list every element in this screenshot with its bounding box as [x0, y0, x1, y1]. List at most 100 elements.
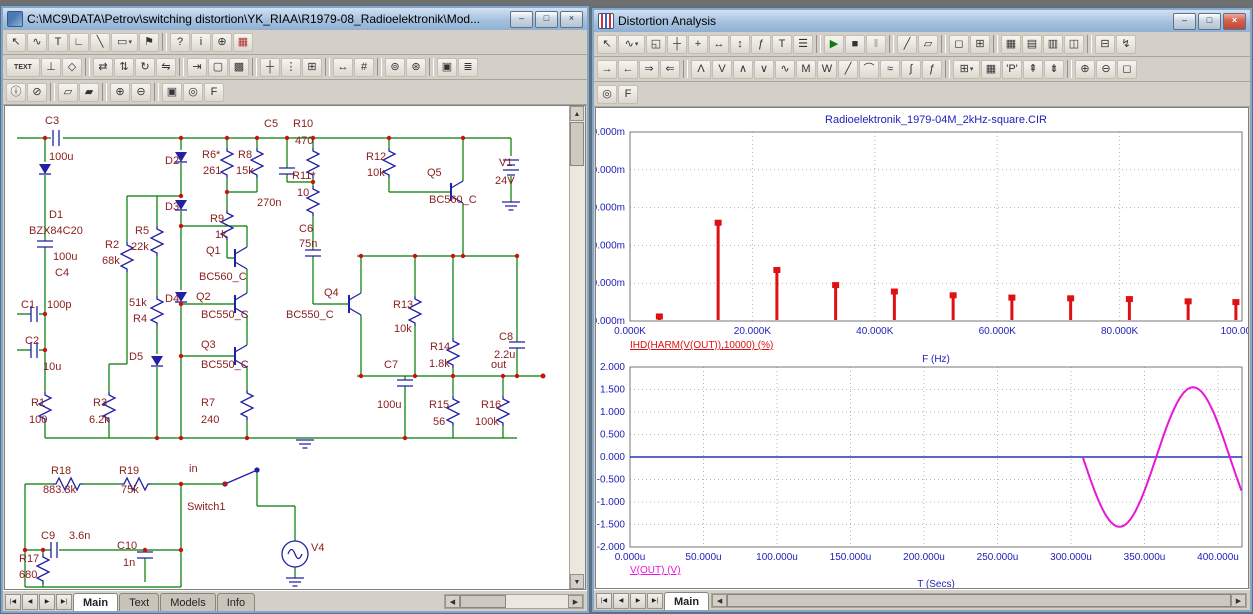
region-button[interactable]: ▩	[229, 58, 249, 77]
tab-nav-button[interactable]: ▶|	[647, 593, 663, 609]
integral-button[interactable]: ∫	[901, 60, 921, 79]
schematic-label[interactable]: 1.8k	[429, 359, 450, 371]
schematic-label[interactable]: BC550_C	[286, 310, 334, 322]
schematic-label[interactable]: 100	[29, 415, 47, 427]
schematic-label[interactable]: Q3	[201, 340, 216, 352]
peak-button[interactable]: Λ	[691, 60, 711, 79]
schematic-label[interactable]: C6	[299, 224, 313, 236]
slope-button[interactable]: ╱	[838, 60, 858, 79]
tag-fall-button[interactable]: ⇟	[1044, 60, 1064, 79]
zoom-in-button[interactable]: ⊕	[1075, 60, 1095, 79]
tab-nav-button[interactable]: |◀	[5, 594, 21, 610]
maximize-button[interactable]: □	[1198, 13, 1221, 30]
toolbar-button[interactable]	[889, 35, 894, 53]
mirror-button[interactable]: ⇋	[156, 58, 176, 77]
schematic-label[interactable]: in	[189, 464, 198, 476]
schematic-label[interactable]: R7	[201, 398, 215, 410]
toolbar-button[interactable]	[162, 33, 167, 51]
grid-dots-button[interactable]: ⋮	[281, 58, 301, 77]
schematic-canvas[interactable]: C3100uD1BZX84C20100uC4C1100pC210uR268kR5…	[4, 105, 586, 590]
schematic-label[interactable]: Switch1	[187, 502, 226, 514]
horizontal-tag-button[interactable]: ↔	[709, 35, 729, 54]
schematic-label[interactable]: 100p	[47, 300, 71, 312]
schematic-label[interactable]: R9	[210, 214, 224, 226]
schematic-label[interactable]: 1n	[123, 558, 135, 570]
box-button[interactable]: ▢	[208, 58, 228, 77]
ground-button[interactable]: ⊥	[41, 58, 61, 77]
grid-button[interactable]: ┼	[260, 58, 280, 77]
pattern-button[interactable]: #	[354, 58, 374, 77]
schematic-label[interactable]: 24V	[495, 176, 515, 188]
schematic-label[interactable]: C4	[55, 268, 69, 280]
cancel-mode-button[interactable]: ⊘	[27, 83, 47, 102]
schematic-label[interactable]: R16	[481, 400, 501, 412]
sweep-button[interactable]: ↯	[1116, 35, 1136, 54]
schematic-label[interactable]: Q5	[427, 168, 442, 180]
schematic-label[interactable]: 10k	[394, 324, 412, 336]
text-mode-button[interactable]: T	[772, 35, 792, 54]
pause-button[interactable]: ‖	[866, 35, 886, 54]
function-button[interactable]: ƒ	[922, 60, 942, 79]
schematic-label[interactable]: D3	[165, 202, 179, 214]
schematic-titlebar[interactable]: C:\MC9\DATA\Petrov\switching distortion\…	[3, 8, 587, 30]
rotate-button[interactable]: ↻	[135, 58, 155, 77]
schematic-label[interactable]: R15	[429, 400, 449, 412]
tokens-button[interactable]: ▤	[1022, 35, 1042, 54]
schematic-label[interactable]: Q2	[196, 292, 211, 304]
tab-nav-button[interactable]: ◀	[22, 594, 38, 610]
schematic-label[interactable]: 56	[433, 417, 445, 429]
schematic-label[interactable]: 10u	[43, 362, 61, 374]
prev-branch-button[interactable]: ⇐	[660, 60, 680, 79]
toolbar-button[interactable]	[1087, 35, 1092, 53]
low-button[interactable]: ∨	[754, 60, 774, 79]
toolbar-button[interactable]	[377, 58, 382, 76]
data-points-button[interactable]: ▦	[1001, 35, 1021, 54]
schematic-label[interactable]: R4	[133, 314, 147, 326]
scroll-left-arrow[interactable]: ◀	[712, 594, 727, 607]
tab-text[interactable]: Text	[119, 593, 159, 611]
find-button[interactable]: ⊚	[385, 58, 405, 77]
schematic-label[interactable]: R18	[51, 466, 71, 478]
scroll-thumb[interactable]	[460, 595, 506, 608]
schematic-label[interactable]: C10	[117, 541, 137, 553]
schematic-label[interactable]: R14	[430, 342, 450, 354]
minimize-button[interactable]: –	[510, 11, 533, 28]
horizontal-scrollbar[interactable]: ◀ ▶	[444, 594, 584, 609]
table-button[interactable]: ▦	[981, 60, 1001, 79]
schematic-label[interactable]: D1	[49, 210, 63, 222]
world-button[interactable]: ◎	[183, 83, 203, 102]
scroll-thumb[interactable]	[570, 122, 584, 166]
scroll-right-arrow[interactable]: ▶	[1231, 594, 1246, 607]
schematic-label[interactable]: 75k	[121, 485, 139, 497]
select-mode-button[interactable]: ↖	[597, 35, 617, 54]
panels-button[interactable]: ◫	[1064, 35, 1084, 54]
scroll-thumb[interactable]	[727, 594, 1231, 607]
schematic-label[interactable]: 10k	[367, 168, 385, 180]
toolbar-button[interactable]	[179, 58, 184, 76]
stop-button[interactable]: ■	[845, 35, 865, 54]
tab-nav-button[interactable]: ◀	[613, 593, 629, 609]
vertical-tag-button[interactable]: ↕	[730, 35, 750, 54]
schematic-label[interactable]: R1	[31, 398, 45, 410]
schematic-label[interactable]: D2	[165, 156, 179, 168]
run-button[interactable]: ▶	[824, 35, 844, 54]
text-attributes-button[interactable]: TEXT	[6, 58, 40, 77]
graphics-dropdown-button[interactable]: ∿	[618, 35, 645, 54]
schematic-label[interactable]: 100k	[475, 417, 499, 429]
schematic-label[interactable]: R5	[135, 226, 149, 238]
tab-nav-button[interactable]: |◀	[596, 593, 612, 609]
grid-snap-button[interactable]: ⊞	[302, 58, 322, 77]
schematic-label[interactable]: R17	[19, 554, 39, 566]
schematic-label[interactable]: R19	[119, 466, 139, 478]
schematic-label[interactable]: 3.6n	[69, 531, 90, 543]
port-button[interactable]: ◇	[62, 58, 82, 77]
toolbar-button[interactable]	[429, 58, 434, 76]
schematic-label[interactable]: 1k	[215, 230, 227, 242]
toolbar-button[interactable]	[945, 60, 950, 78]
tab-models[interactable]: Models	[160, 593, 215, 611]
schematic-label[interactable]: R6*	[202, 150, 220, 162]
toolbar-button[interactable]	[993, 35, 998, 53]
close-button[interactable]: ×	[1223, 13, 1246, 30]
schematic-label[interactable]: V4	[311, 543, 324, 555]
toolbar-button[interactable]	[325, 58, 330, 76]
